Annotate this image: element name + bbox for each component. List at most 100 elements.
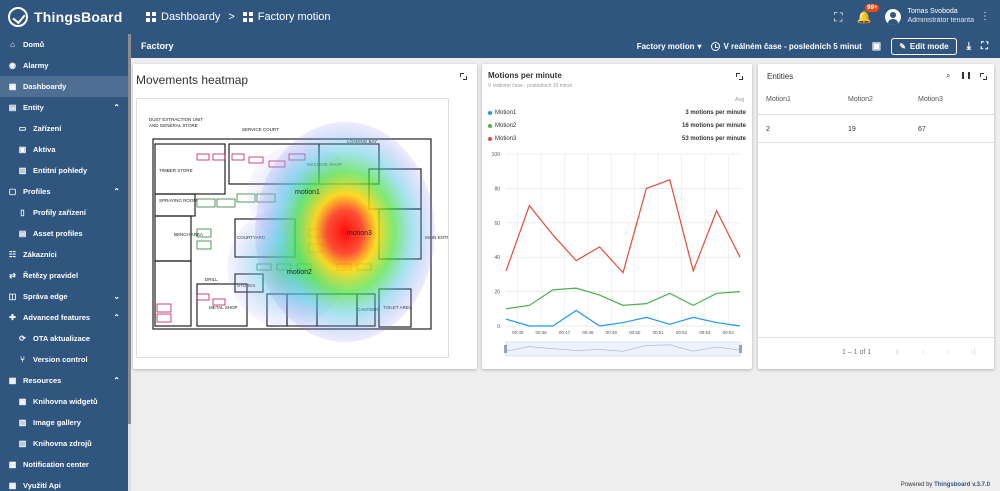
dashboard-state-select[interactable]: Factory motion ▾ [637, 42, 702, 51]
fullscreen-icon[interactable] [980, 73, 987, 80]
last-page-icon[interactable]: ›| [971, 349, 975, 356]
app-name: ThingsBoard [34, 9, 123, 25]
more-vert-icon[interactable]: ⋮ [980, 11, 990, 24]
sidebar-item-entity[interactable]: ▤ Entity ⌃ [0, 97, 128, 118]
timewindow-label: V reálném čase - posledních 5 minut [723, 41, 862, 51]
legend-value: 16 motions per minute [681, 123, 746, 129]
table-header-divider [758, 114, 994, 115]
timewindow-button[interactable]: V reálném čase - posledních 5 minut [711, 41, 862, 51]
breadcrumb-dashboards[interactable]: Dashboardy [146, 11, 220, 23]
motions-chart-subtitle: V reálném čase - posledních 10 minut [488, 83, 572, 89]
navigator-right-handle[interactable] [739, 345, 742, 353]
user-menu[interactable]: Tomas Svoboda Administrátor tenanta ⋮ [885, 8, 990, 26]
image-export-icon[interactable]: ▣ [872, 41, 881, 52]
sidebar-item-notification-center[interactable]: ▩ Notification center [0, 454, 128, 475]
column-header-motion1[interactable]: Motion1 [766, 96, 791, 103]
breadcrumb-dashboards-label: Dashboardy [161, 11, 221, 23]
sidebar-item-dom-[interactable]: ⌂ Domů [0, 34, 128, 55]
sidebar-item-asset-profiles[interactable]: ▤ Asset profiles [0, 223, 128, 244]
next-page-icon[interactable]: › [947, 349, 949, 356]
table-row-divider [758, 142, 994, 143]
sidebar-item-alarmy[interactable]: ◉ Alarmy [0, 55, 128, 76]
label-metal-shop: METAL SHOP [209, 305, 238, 310]
legend-name: Motion2 [495, 123, 517, 129]
dashboard-toolbar: Factory Factory motion ▾ V reálném čase … [131, 34, 1000, 58]
sidebar-item-dashboardy[interactable]: ▦ Dashboardy [0, 76, 128, 97]
sidebar-item-advanced-features[interactable]: ✚ Advanced features ⌃ [0, 307, 128, 328]
y-tick-label: 80 [494, 186, 500, 192]
sidebar-item-ota-aktualizace[interactable]: ⟳ OTA aktualizace [0, 328, 128, 349]
notification-badge: 99+ [865, 4, 880, 12]
sidebar-item-z-kazn-ci[interactable]: ☷ Zákazníci [0, 244, 128, 265]
sidebar-item-knihovna-widget-[interactable]: ▦ Knihovna widgetů [0, 391, 128, 412]
edge-icon: ◫ [8, 292, 17, 301]
edit-mode-button[interactable]: ✎ Edit mode [891, 37, 957, 55]
motion3-label: motion3 [347, 230, 372, 237]
fullscreen-icon[interactable] [736, 73, 743, 80]
fullscreen-icon[interactable]: ⛶ [834, 10, 842, 25]
label-bench-area: BENCH AREA [174, 232, 203, 237]
chevron-up-icon: ⌃ [113, 103, 120, 112]
legend-item-motion3[interactable]: Motion3 53 motions per minute [488, 136, 746, 142]
label-drill: DRILL [205, 277, 218, 282]
sidebar-item-label: Profiles [23, 187, 51, 196]
notifications-bell-icon[interactable]: 🔔 99+ [857, 4, 880, 24]
sidebar-item-profily-za-zen-[interactable]: ▯ Profily zařízení [0, 202, 128, 223]
search-icon[interactable]: ⌕ [946, 71, 950, 81]
sidebar-item-image-gallery[interactable]: ▨ Image gallery [0, 412, 128, 433]
legend-value: 53 motions per minute [681, 136, 746, 142]
sidebar-item-vyu-it-api[interactable]: ▦ Využití Api [0, 475, 128, 491]
sidebar-scrollbar-thumb[interactable] [128, 34, 131, 424]
sidebar-item-label: Version control [33, 355, 88, 364]
first-page-icon[interactable]: |‹ [896, 349, 900, 356]
legend-item-motion2[interactable]: Motion2 16 motions per minute [488, 123, 746, 129]
breadcrumb: Dashboardy > Factory motion [146, 11, 331, 23]
sidebar-item-label: Alarmy [23, 61, 49, 70]
sidebar-item-label: Advanced features [23, 313, 91, 322]
columns-icon[interactable] [962, 72, 970, 79]
app-logo[interactable]: ThingsBoard [0, 0, 128, 34]
sidebar-item-profiles[interactable]: ▢ Profiles ⌃ [0, 181, 128, 202]
fullscreen-icon[interactable] [460, 73, 467, 80]
label-general-store: AND GENERAL STORE [149, 123, 198, 128]
x-tick-label: 00:47 [559, 330, 571, 335]
legend-name: Motion1 [495, 110, 517, 116]
sidebar-item-entitn-pohledy[interactable]: ▥ Entitní pohledy [0, 160, 128, 181]
clock-icon [711, 41, 721, 51]
sidebar-item-za-zen-[interactable]: ▭ Zařízení [0, 118, 128, 139]
sidebar-item--et-zy-pravidel[interactable]: ⇄ Řetězy pravidel [0, 265, 128, 286]
sidebar-item-label: Využití Api [23, 481, 61, 490]
table-cell: 67 [918, 126, 926, 133]
column-header-motion3[interactable]: Motion3 [918, 96, 943, 103]
x-tick-label: 00:45 [512, 330, 524, 335]
version-icon: ⑂ [20, 355, 25, 364]
x-tick-label: 00:53 [699, 330, 711, 335]
heatmap-map[interactable]: DUST EXTRACTION UNIT AND GENERAL STORE S… [136, 98, 449, 358]
column-header-motion2[interactable]: Motion2 [848, 96, 873, 103]
sidebar-item-aktiva[interactable]: ▣ Aktiva [0, 139, 128, 160]
fullscreen-icon[interactable]: ⛶ [981, 41, 988, 52]
previous-page-icon[interactable]: ‹ [922, 349, 924, 356]
widget-library-icon: ▦ [18, 397, 27, 406]
legend-item-motion1[interactable]: Motion1 3 motions per minute [488, 110, 746, 116]
user-name: Tomas Svoboda [907, 8, 958, 16]
x-tick-label: 00:46 [535, 330, 547, 335]
sidebar-item-label: Aktiva [33, 145, 56, 154]
sidebar-item-label: Knihovna zdrojů [33, 439, 92, 448]
chevron-up-icon: ⌃ [113, 376, 120, 385]
sidebar-item-version-control[interactable]: ⑂ Version control [0, 349, 128, 370]
advanced-icon: ✚ [9, 313, 16, 322]
motion2-label: motion2 [287, 269, 312, 276]
download-icon[interactable]: ⤓ [967, 41, 971, 52]
footer-product-link[interactable]: Thingsboard v.3.7.0 [934, 482, 990, 488]
device-icon: ▭ [18, 124, 27, 133]
x-tick-label: 00:52 [676, 330, 688, 335]
navigator-left-handle[interactable] [504, 345, 507, 353]
sidebar-item-knihovna-zdroj-[interactable]: ▥ Knihovna zdrojů [0, 433, 128, 454]
sidebar-item-resources[interactable]: ▦ Resources ⌃ [0, 370, 128, 391]
breadcrumb-current: Factory motion [242, 11, 331, 23]
sidebar-item-label: OTA aktualizace [33, 334, 91, 343]
motions-line-chart[interactable]: 0 20 40 60 80 100 00:45 00:46 00:47 00:48 00:49 00:… [482, 146, 752, 366]
legend-value: 3 motions per minute [685, 110, 746, 116]
sidebar-item-spr-va-edge[interactable]: ◫ Správa edge ⌄ [0, 286, 128, 307]
